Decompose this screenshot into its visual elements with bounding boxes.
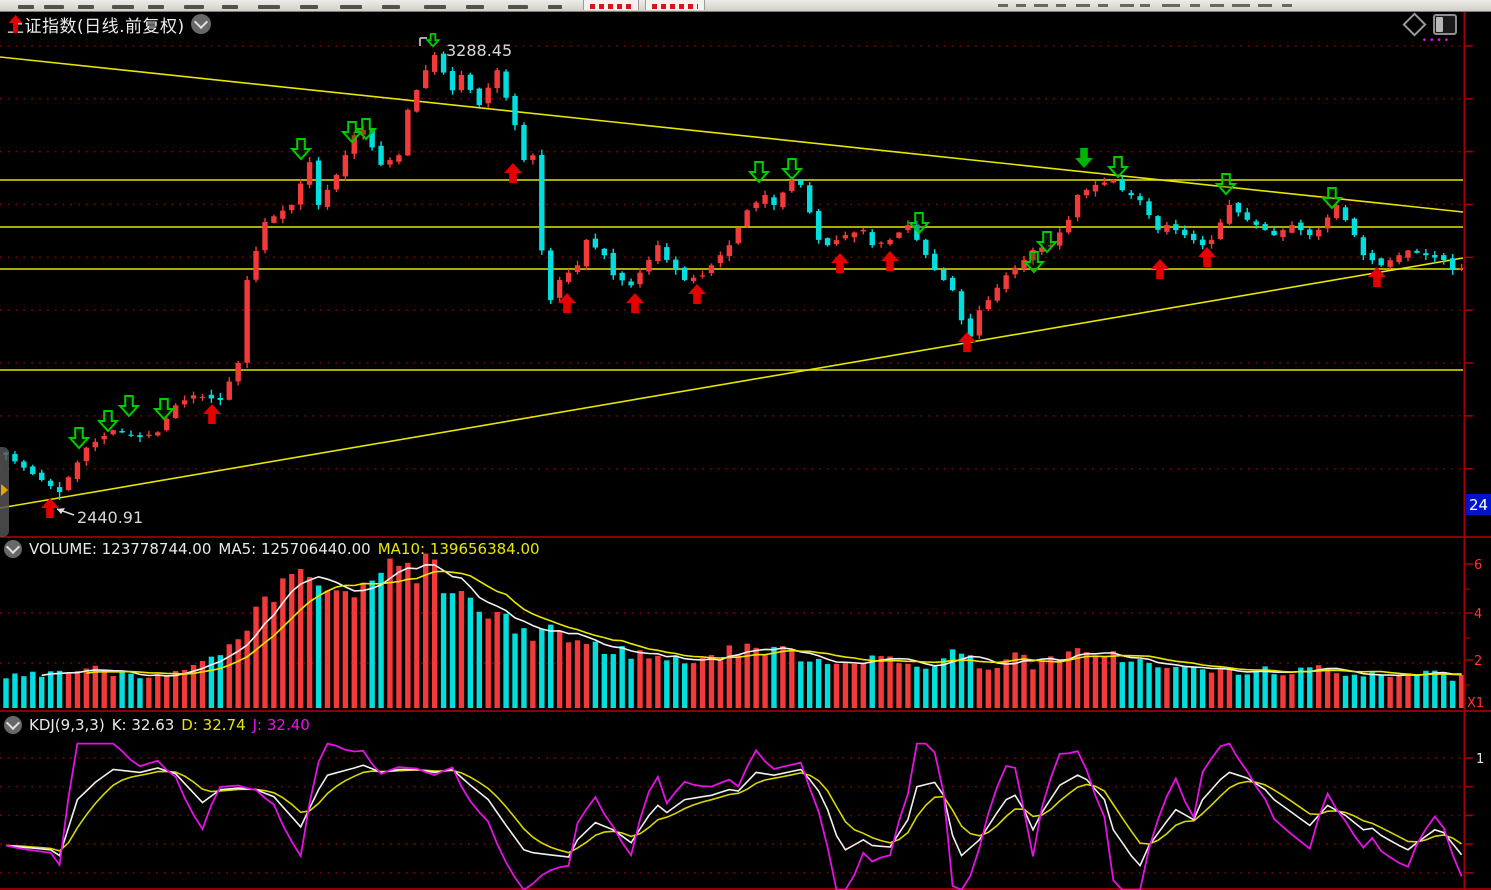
svg-text:3288.45: 3288.45 <box>446 41 512 60</box>
collapse-volume-panel-button[interactable] <box>4 540 22 558</box>
kdj-j-label: J: 32.40 <box>253 716 310 734</box>
kdj-d-label: D: 32.74 <box>181 716 245 734</box>
kdj-name-label: KDJ(9,3,3) <box>29 716 105 734</box>
volume-value-label: VOLUME: 123778744.00 <box>29 540 211 558</box>
svg-text:2440.91: 2440.91 <box>77 508 143 527</box>
collapse-main-panel-button[interactable] <box>191 14 211 34</box>
trading-terminal-window: 3288.45 2440.91 24 6 4 2 X1 1 上证指数(日线.前复权) ••… <box>0 0 1491 890</box>
volume-chart-canvas[interactable]: 6 4 2 X1 <box>0 536 1491 712</box>
split-window-icon[interactable] <box>1433 14 1457 35</box>
svg-text:24: 24 <box>1469 496 1488 514</box>
volume-ma10-label: MA10: 139656384.00 <box>378 540 540 558</box>
volume-axis-label: 6 <box>1474 558 1482 573</box>
trend-up-arrow-icon <box>7 14 24 34</box>
diamond-tool-icon[interactable] <box>1402 12 1426 36</box>
magenta-dots-indicator: •••• <box>1422 36 1451 46</box>
left-drawer-expander[interactable] <box>0 447 9 537</box>
price-chart-canvas[interactable]: 3288.45 2440.91 24 <box>0 0 1491 536</box>
kdj-chart-canvas[interactable]: 1 <box>0 712 1491 890</box>
collapse-kdj-panel-button[interactable] <box>4 716 22 734</box>
chart-title: 上证指数(日线.前复权) <box>7 12 185 37</box>
svg-text:X1: X1 <box>1467 696 1484 711</box>
volume-axis-label: 4 <box>1474 607 1482 622</box>
expand-right-icon <box>1 484 8 496</box>
kdj-axis-label: 1 <box>1476 752 1484 767</box>
kdj-k-label: K: 32.63 <box>112 716 175 734</box>
volume-axis-label: 2 <box>1474 654 1482 669</box>
volume-ma5-label: MA5: 125706440.00 <box>218 540 370 558</box>
